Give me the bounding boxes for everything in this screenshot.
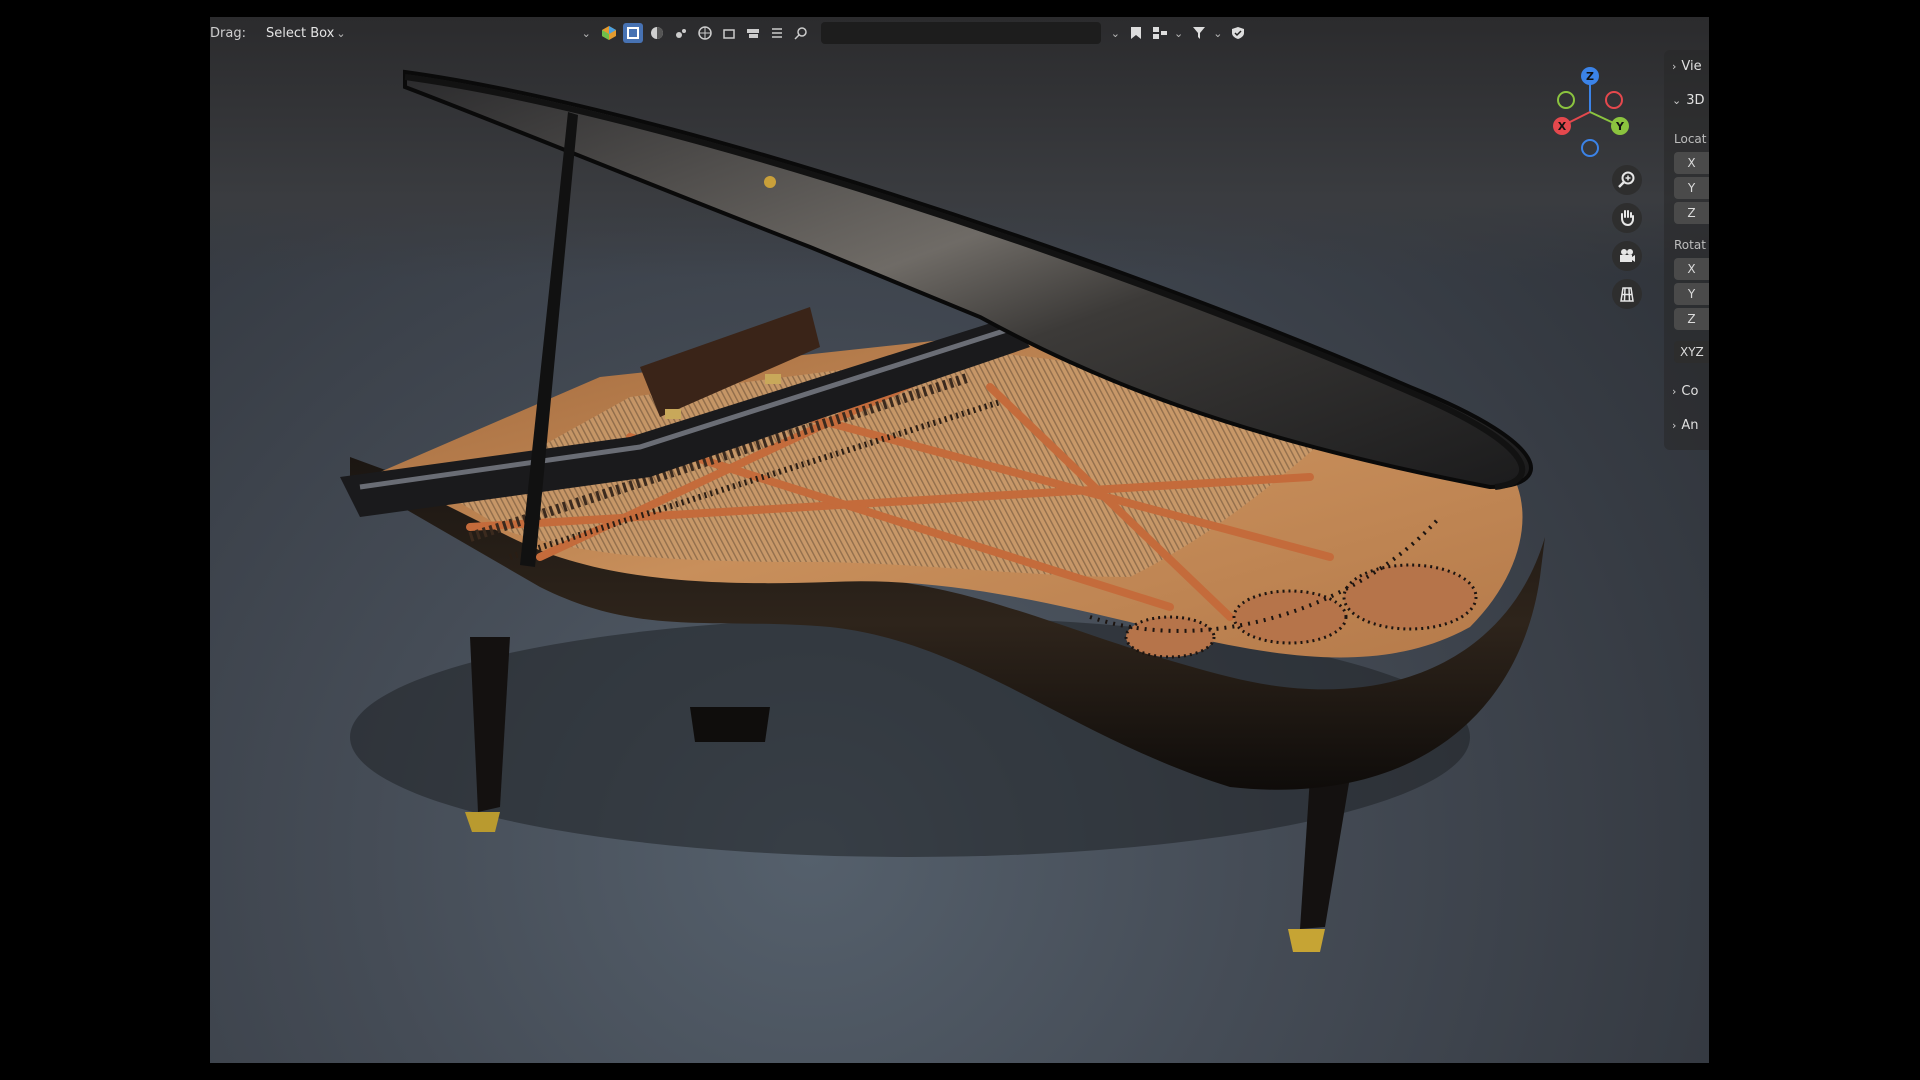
location-x-field[interactable]: X <box>1674 152 1709 174</box>
chevron-right-icon: › <box>1672 384 1677 398</box>
pedal-lyre <box>690 707 770 742</box>
output-icon[interactable] <box>743 23 763 43</box>
music-rest-clip <box>665 409 681 419</box>
viewport-shading-icon[interactable] <box>599 23 619 43</box>
navigation-gizmo[interactable]: Z X Y <box>1548 60 1632 160</box>
shield-icon[interactable] <box>1228 23 1248 43</box>
rotation-y-field[interactable]: Y <box>1674 283 1709 305</box>
chevron-down-icon[interactable]: ⌄ <box>1111 27 1120 40</box>
neg-x-axis-handle <box>1605 91 1623 109</box>
zoom-button[interactable] <box>1612 165 1642 195</box>
x-axis-label: X <box>1558 120 1567 133</box>
search-input[interactable] <box>820 22 1101 44</box>
rotation-x-field[interactable]: X <box>1674 258 1709 280</box>
particles-icon[interactable] <box>671 23 691 43</box>
grid-icon <box>1620 287 1634 302</box>
location-y-field[interactable]: Y <box>1674 177 1709 199</box>
panel-label: An <box>1681 417 1699 433</box>
search-icon <box>791 23 811 43</box>
chevron-right-icon: › <box>1672 59 1677 73</box>
zoom-icon <box>1618 171 1635 188</box>
panel-label: Vie <box>1681 58 1702 74</box>
chevron-down-icon: ⌄ <box>1672 93 1682 107</box>
drag-mode-value: Select Box <box>265 25 335 41</box>
ortho-toggle-button[interactable] <box>1612 279 1642 309</box>
chevron-right-icon: › <box>1672 418 1677 432</box>
world-icon[interactable] <box>695 23 715 43</box>
rotation-mode-dropdown[interactable]: XYZ <box>1674 341 1709 363</box>
panel-3d-cursor[interactable]: ⌄ 3D <box>1672 89 1709 111</box>
camera-icon <box>1620 249 1635 262</box>
pan-button[interactable] <box>1612 203 1642 233</box>
modifier-icon[interactable] <box>767 23 787 43</box>
panel-label: Co <box>1681 383 1699 399</box>
location-label: Locat <box>1674 132 1707 146</box>
piano-scene <box>340 69 1545 952</box>
panel-annotations[interactable]: › An <box>1672 414 1709 436</box>
3d-viewport[interactable] <box>210 17 1709 1063</box>
drag-mode-dropdown[interactable]: Select Box ⌄ <box>260 24 352 43</box>
panel-collection[interactable]: › Co <box>1672 380 1709 402</box>
chevron-down-icon: ⌄ <box>336 26 346 40</box>
chevron-down-icon[interactable]: ⌄ <box>1174 27 1183 40</box>
sort-icon[interactable] <box>1150 23 1170 43</box>
music-rest-clip <box>765 374 781 384</box>
chevron-down-icon[interactable]: ⌄ <box>582 27 591 40</box>
neg-z-axis-handle <box>1581 139 1599 157</box>
hand-icon <box>1621 210 1634 227</box>
viewport-header: Drag: Select Box ⌄ ⌄ ⌄ ⌄ ⌄ <box>210 17 1709 49</box>
rotation-z-field[interactable]: Z <box>1674 308 1709 330</box>
neg-y-axis-handle <box>1557 91 1575 109</box>
material-sphere-icon[interactable] <box>647 23 667 43</box>
panel-label: 3D <box>1686 92 1705 108</box>
filter-icon[interactable] <box>1189 23 1209 43</box>
camera-view-button[interactable] <box>1612 241 1642 271</box>
sidebar: › Vie ⌄ 3D Locat X Y Z Rotat X Y Z XYZ ›… <box>1664 50 1709 460</box>
rear-leg-caster <box>1288 929 1325 952</box>
panel-view[interactable]: › Vie <box>1672 55 1709 77</box>
bookmark-icon[interactable] <box>1126 23 1146 43</box>
render-icon[interactable] <box>719 23 739 43</box>
location-z-field[interactable]: Z <box>1674 202 1709 224</box>
front-left-caster <box>465 812 500 832</box>
chevron-down-icon[interactable]: ⌄ <box>1213 27 1222 40</box>
y-axis-label: Y <box>1615 120 1625 133</box>
lid-hinge <box>764 176 776 188</box>
rotation-label: Rotat <box>1674 238 1706 252</box>
select-box-icon[interactable] <box>622 23 643 43</box>
drag-label: Drag: <box>210 25 246 41</box>
z-axis-label: Z <box>1586 70 1594 83</box>
